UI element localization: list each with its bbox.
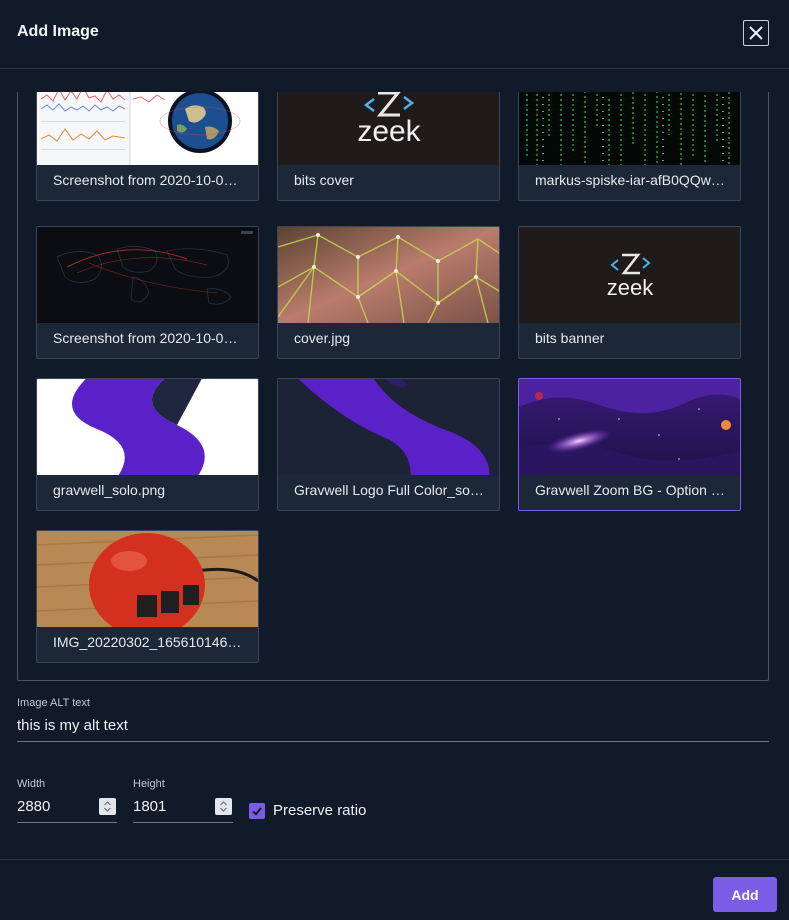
preserve-ratio-label: Preserve ratio — [273, 802, 367, 819]
dialog-title: Add Image — [17, 23, 99, 40]
zeek-logo-thumbnail: zeek — [519, 227, 740, 323]
height-spinner[interactable] — [215, 798, 232, 815]
spinner-arrows-icon — [220, 801, 227, 812]
gallery-card-selected[interactable]: Gravwell Zoom BG - Option 1… — [518, 378, 741, 511]
image-card-label: bits banner — [535, 330, 605, 346]
alt-text-label: Image ALT text — [17, 697, 90, 709]
image-card-label: Screenshot from 2020-10-05… — [53, 172, 245, 188]
svg-text:zeek: zeek — [607, 275, 654, 300]
width-input[interactable]: 2880 — [17, 798, 95, 815]
image-card-label: Gravwell Zoom BG - Option 1… — [535, 482, 727, 498]
height-input[interactable]: 1801 — [133, 798, 211, 815]
red-dome-device-photo-thumbnail — [37, 531, 258, 627]
image-card-label: Screenshot from 2020-10-05… — [53, 330, 245, 346]
gallery-card[interactable]: IMG_20220302_165610146.j… — [36, 530, 259, 663]
image-card-label: cover.jpg — [294, 330, 351, 346]
green-matrix-code-thumbnail — [519, 92, 740, 165]
image-card-label: Gravwell Logo Full Color_sol… — [294, 482, 486, 498]
close-icon — [749, 26, 763, 40]
image-card-label: bits cover — [294, 172, 354, 188]
dashboard-earth-screenshot-thumbnail — [37, 92, 258, 165]
width-spinner[interactable] — [99, 798, 116, 815]
gallery-card[interactable]: Screenshot from 2020-10-05… — [36, 226, 259, 359]
image-gallery[interactable]: Screenshot from 2020-10-05… zeek bits co… — [17, 92, 769, 681]
alt-text-underline — [17, 741, 769, 742]
gallery-card[interactable]: gravwell_solo.png — [36, 378, 259, 511]
network-mesh-photo-thumbnail — [278, 227, 499, 323]
gallery-card[interactable]: Gravwell Logo Full Color_sol… — [277, 378, 500, 511]
zeek-logo-thumbnail: zeek — [278, 92, 499, 165]
width-underline — [17, 822, 117, 823]
gravwell-purple-swoosh-thumbnail — [37, 379, 258, 475]
gallery-card[interactable]: zeek bits banner — [518, 226, 741, 359]
close-button[interactable] — [743, 20, 769, 46]
gallery-card[interactable]: zeek bits cover — [277, 92, 500, 201]
dark-world-map-thumbnail — [37, 227, 258, 323]
purple-space-background-thumbnail — [519, 379, 740, 475]
image-card-label: IMG_20220302_165610146.j… — [53, 634, 245, 650]
gallery-card[interactable]: markus-spiske-iar-afB0QQw-… — [518, 92, 741, 201]
add-button[interactable]: Add — [713, 877, 777, 912]
footer-divider — [0, 859, 789, 860]
spinner-arrows-icon — [104, 801, 111, 812]
checkmark-icon — [252, 807, 262, 816]
gravwell-logo-dark-thumbnail — [278, 379, 499, 475]
height-label: Height — [133, 778, 165, 790]
alt-text-input[interactable]: this is my alt text — [17, 717, 769, 734]
width-label: Width — [17, 778, 46, 790]
svg-text:zeek: zeek — [357, 115, 421, 148]
dialog-header: Add Image — [0, 0, 789, 69]
image-card-label: markus-spiske-iar-afB0QQw-… — [535, 172, 727, 188]
image-card-label: gravwell_solo.png — [53, 482, 166, 498]
height-underline — [133, 822, 233, 823]
preserve-ratio-checkbox[interactable] — [249, 803, 265, 819]
gallery-card[interactable]: Screenshot from 2020-10-05… — [36, 92, 259, 201]
gallery-card[interactable]: cover.jpg — [277, 226, 500, 359]
